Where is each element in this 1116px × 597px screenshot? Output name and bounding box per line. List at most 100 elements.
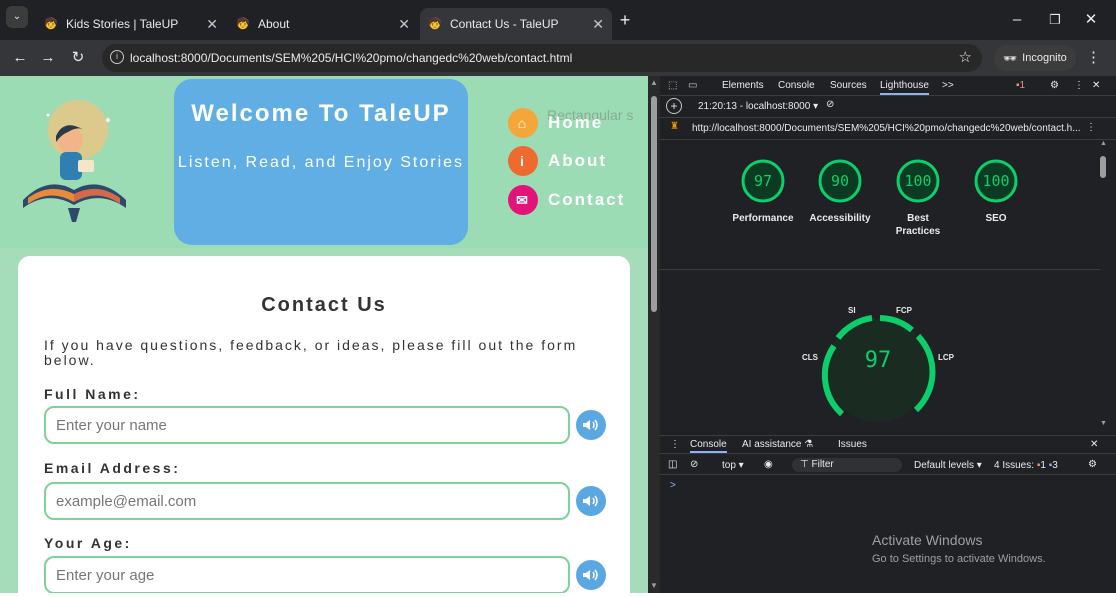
issues-counter[interactable]: 4 Issues: ▪1 ▪3: [994, 460, 1058, 471]
speaker-icon[interactable]: [576, 410, 606, 440]
minimize-icon[interactable]: –: [1002, 8, 1032, 32]
site-info-icon[interactable]: i: [110, 50, 124, 64]
restore-icon[interactable]: ❐: [1040, 8, 1070, 32]
tab-console[interactable]: Console: [778, 80, 815, 91]
console-drawer: ⋮ Console AI assistance ⚗ Issues ✕ ◫ ⊘ t…: [660, 435, 1116, 593]
nav-contact[interactable]: ✉ Contact: [508, 185, 625, 215]
favicon-icon: 🧒: [428, 18, 442, 30]
nav-home-label: Home: [548, 113, 604, 132]
close-tab-icon[interactable]: ✕: [206, 16, 218, 33]
welcome-subtitle: Listen, Read, and Enjoy Stories: [177, 154, 465, 171]
score-value: 90: [830, 172, 850, 190]
incognito-badge[interactable]: 🕶 Incognito: [994, 45, 1076, 71]
flask-icon: ⚗: [804, 439, 814, 450]
drawer-menu-icon[interactable]: ⋮: [670, 439, 680, 450]
gauge-best-practices[interactable]: 100 Best Practices: [873, 158, 963, 238]
scroll-down-icon[interactable]: ▼: [1100, 420, 1107, 427]
console-settings-icon[interactable]: ⚙: [1088, 459, 1097, 470]
speaker-icon[interactable]: [576, 560, 606, 590]
clear-report-icon[interactable]: ⊘: [826, 99, 834, 110]
new-tab-button[interactable]: +: [610, 8, 640, 32]
url-text[interactable]: localhost:8000/Documents/SEM%205/HCI%20p…: [130, 51, 572, 65]
default-levels-dropdown[interactable]: Default levels ▾: [914, 460, 982, 471]
full-name-input[interactable]: [44, 406, 570, 444]
activate-windows-subtitle: Go to Settings to activate Windows.: [872, 553, 1046, 565]
devtools-menu-icon[interactable]: ⋮: [1074, 80, 1084, 91]
drawer-tab-issues[interactable]: Issues: [838, 439, 867, 450]
metric-si: SI: [848, 306, 856, 315]
devtools-scrollbar[interactable]: ▲ ▼: [1098, 140, 1108, 430]
sidebar-toggle-icon[interactable]: ◫: [668, 459, 677, 470]
scroll-thumb[interactable]: [651, 96, 657, 312]
issues-errors: 1: [1040, 460, 1046, 471]
tab-kids-stories[interactable]: 🧒 Kids Stories | TaleUP ✕: [36, 8, 226, 40]
bookmark-star-icon[interactable]: ☆: [959, 48, 972, 66]
close-tab-icon[interactable]: ✕: [398, 16, 410, 33]
drawer-tab-ai[interactable]: AI assistance ⚗: [742, 439, 813, 450]
back-icon[interactable]: ←: [10, 48, 30, 68]
email-input[interactable]: [44, 482, 570, 520]
drawer-tab-console[interactable]: Console: [690, 439, 727, 453]
browser-menu-icon[interactable]: ⋮: [1086, 48, 1101, 66]
reload-icon[interactable]: ↻: [68, 48, 88, 68]
context-selector[interactable]: top ▾: [722, 460, 744, 471]
scroll-up-icon[interactable]: ▲: [1100, 140, 1107, 147]
page-scrollbar[interactable]: ▲ ▼: [648, 76, 660, 593]
scroll-down-icon[interactable]: ▼: [650, 581, 658, 590]
tab-elements[interactable]: Elements: [722, 80, 764, 91]
close-tab-icon[interactable]: ✕: [592, 16, 604, 33]
score-value: 97: [753, 172, 773, 190]
console-prompt[interactable]: >: [670, 480, 676, 491]
tab-sources[interactable]: Sources: [830, 80, 867, 91]
issues-label: 4 Issues:: [994, 460, 1035, 471]
scroll-up-icon[interactable]: ▲: [650, 78, 658, 87]
home-icon: ⌂: [508, 108, 538, 138]
envelope-icon: ✉: [508, 185, 538, 215]
nav-home[interactable]: ⌂ Home: [508, 108, 603, 138]
filter-input[interactable]: ⊤ Filter: [792, 458, 902, 472]
welcome-banner: Welcome To TaleUP Listen, Read, and Enjo…: [174, 79, 468, 245]
age-input[interactable]: [44, 556, 570, 593]
tab-search-button[interactable]: ⌄: [6, 6, 28, 28]
address-toolbar: ← → ↻ i localhost:8000/Documents/SEM%205…: [0, 40, 1116, 76]
age-label: Your Age:: [44, 535, 132, 551]
report-selector[interactable]: 21:20:13 - localhost:8000 ▾: [698, 101, 818, 112]
tab-title: Contact Us - TaleUP: [450, 17, 559, 31]
activate-windows-title: Activate Windows: [872, 532, 983, 548]
gauge-seo[interactable]: 100 SEO: [951, 158, 1041, 225]
device-toolbar-icon[interactable]: ▭: [688, 80, 697, 91]
close-devtools-icon[interactable]: ✕: [1092, 80, 1100, 91]
gauge-accessibility[interactable]: 90 Accessibility: [795, 158, 885, 225]
clear-console-icon[interactable]: ⊘: [690, 459, 698, 470]
new-report-icon[interactable]: +: [666, 98, 682, 114]
lighthouse-icon: ♜: [670, 121, 679, 132]
nav-about[interactable]: i About: [508, 146, 607, 176]
nav-about-label: About: [548, 151, 608, 170]
section-divider: [660, 269, 1100, 270]
tab-strip: ⌄ 🧒 Kids Stories | TaleUP ✕ 🧒 About ✕ 🧒 …: [0, 0, 1116, 40]
bottom-edge: [0, 593, 1116, 597]
more-tabs-icon[interactable]: >>: [942, 80, 954, 91]
context-label: top: [722, 460, 736, 471]
close-drawer-icon[interactable]: ✕: [1090, 439, 1098, 450]
address-bar[interactable]: i localhost:8000/Documents/SEM%205/HCI%2…: [102, 44, 982, 72]
settings-gear-icon[interactable]: ⚙: [1050, 80, 1059, 91]
issues-info: 3: [1052, 460, 1058, 471]
tab-contact[interactable]: 🧒 Contact Us - TaleUP ✕: [420, 8, 612, 40]
speaker-icon[interactable]: [576, 486, 606, 516]
close-window-icon[interactable]: ✕: [1076, 8, 1106, 32]
tab-about[interactable]: 🧒 About ✕: [228, 8, 418, 40]
tab-title: Kids Stories | TaleUP: [66, 17, 179, 31]
welcome-title: Welcome To TaleUP: [191, 100, 451, 127]
score-label: Best Practices: [895, 213, 941, 237]
scroll-thumb[interactable]: [1100, 156, 1106, 178]
live-expression-icon[interactable]: ◉: [764, 459, 773, 470]
error-badge[interactable]: ▪1: [1016, 80, 1025, 91]
tab-lighthouse[interactable]: Lighthouse: [880, 80, 929, 95]
devtools-panel: ⬚ ▭ Elements Console Sources Lighthouse …: [660, 76, 1116, 593]
forward-icon[interactable]: →: [38, 48, 58, 68]
report-menu-icon[interactable]: ⋮: [1086, 122, 1096, 133]
default-levels-label: Default levels: [914, 460, 975, 471]
inspect-icon[interactable]: ⬚: [668, 80, 677, 91]
score-label: Accessibility: [809, 213, 871, 224]
